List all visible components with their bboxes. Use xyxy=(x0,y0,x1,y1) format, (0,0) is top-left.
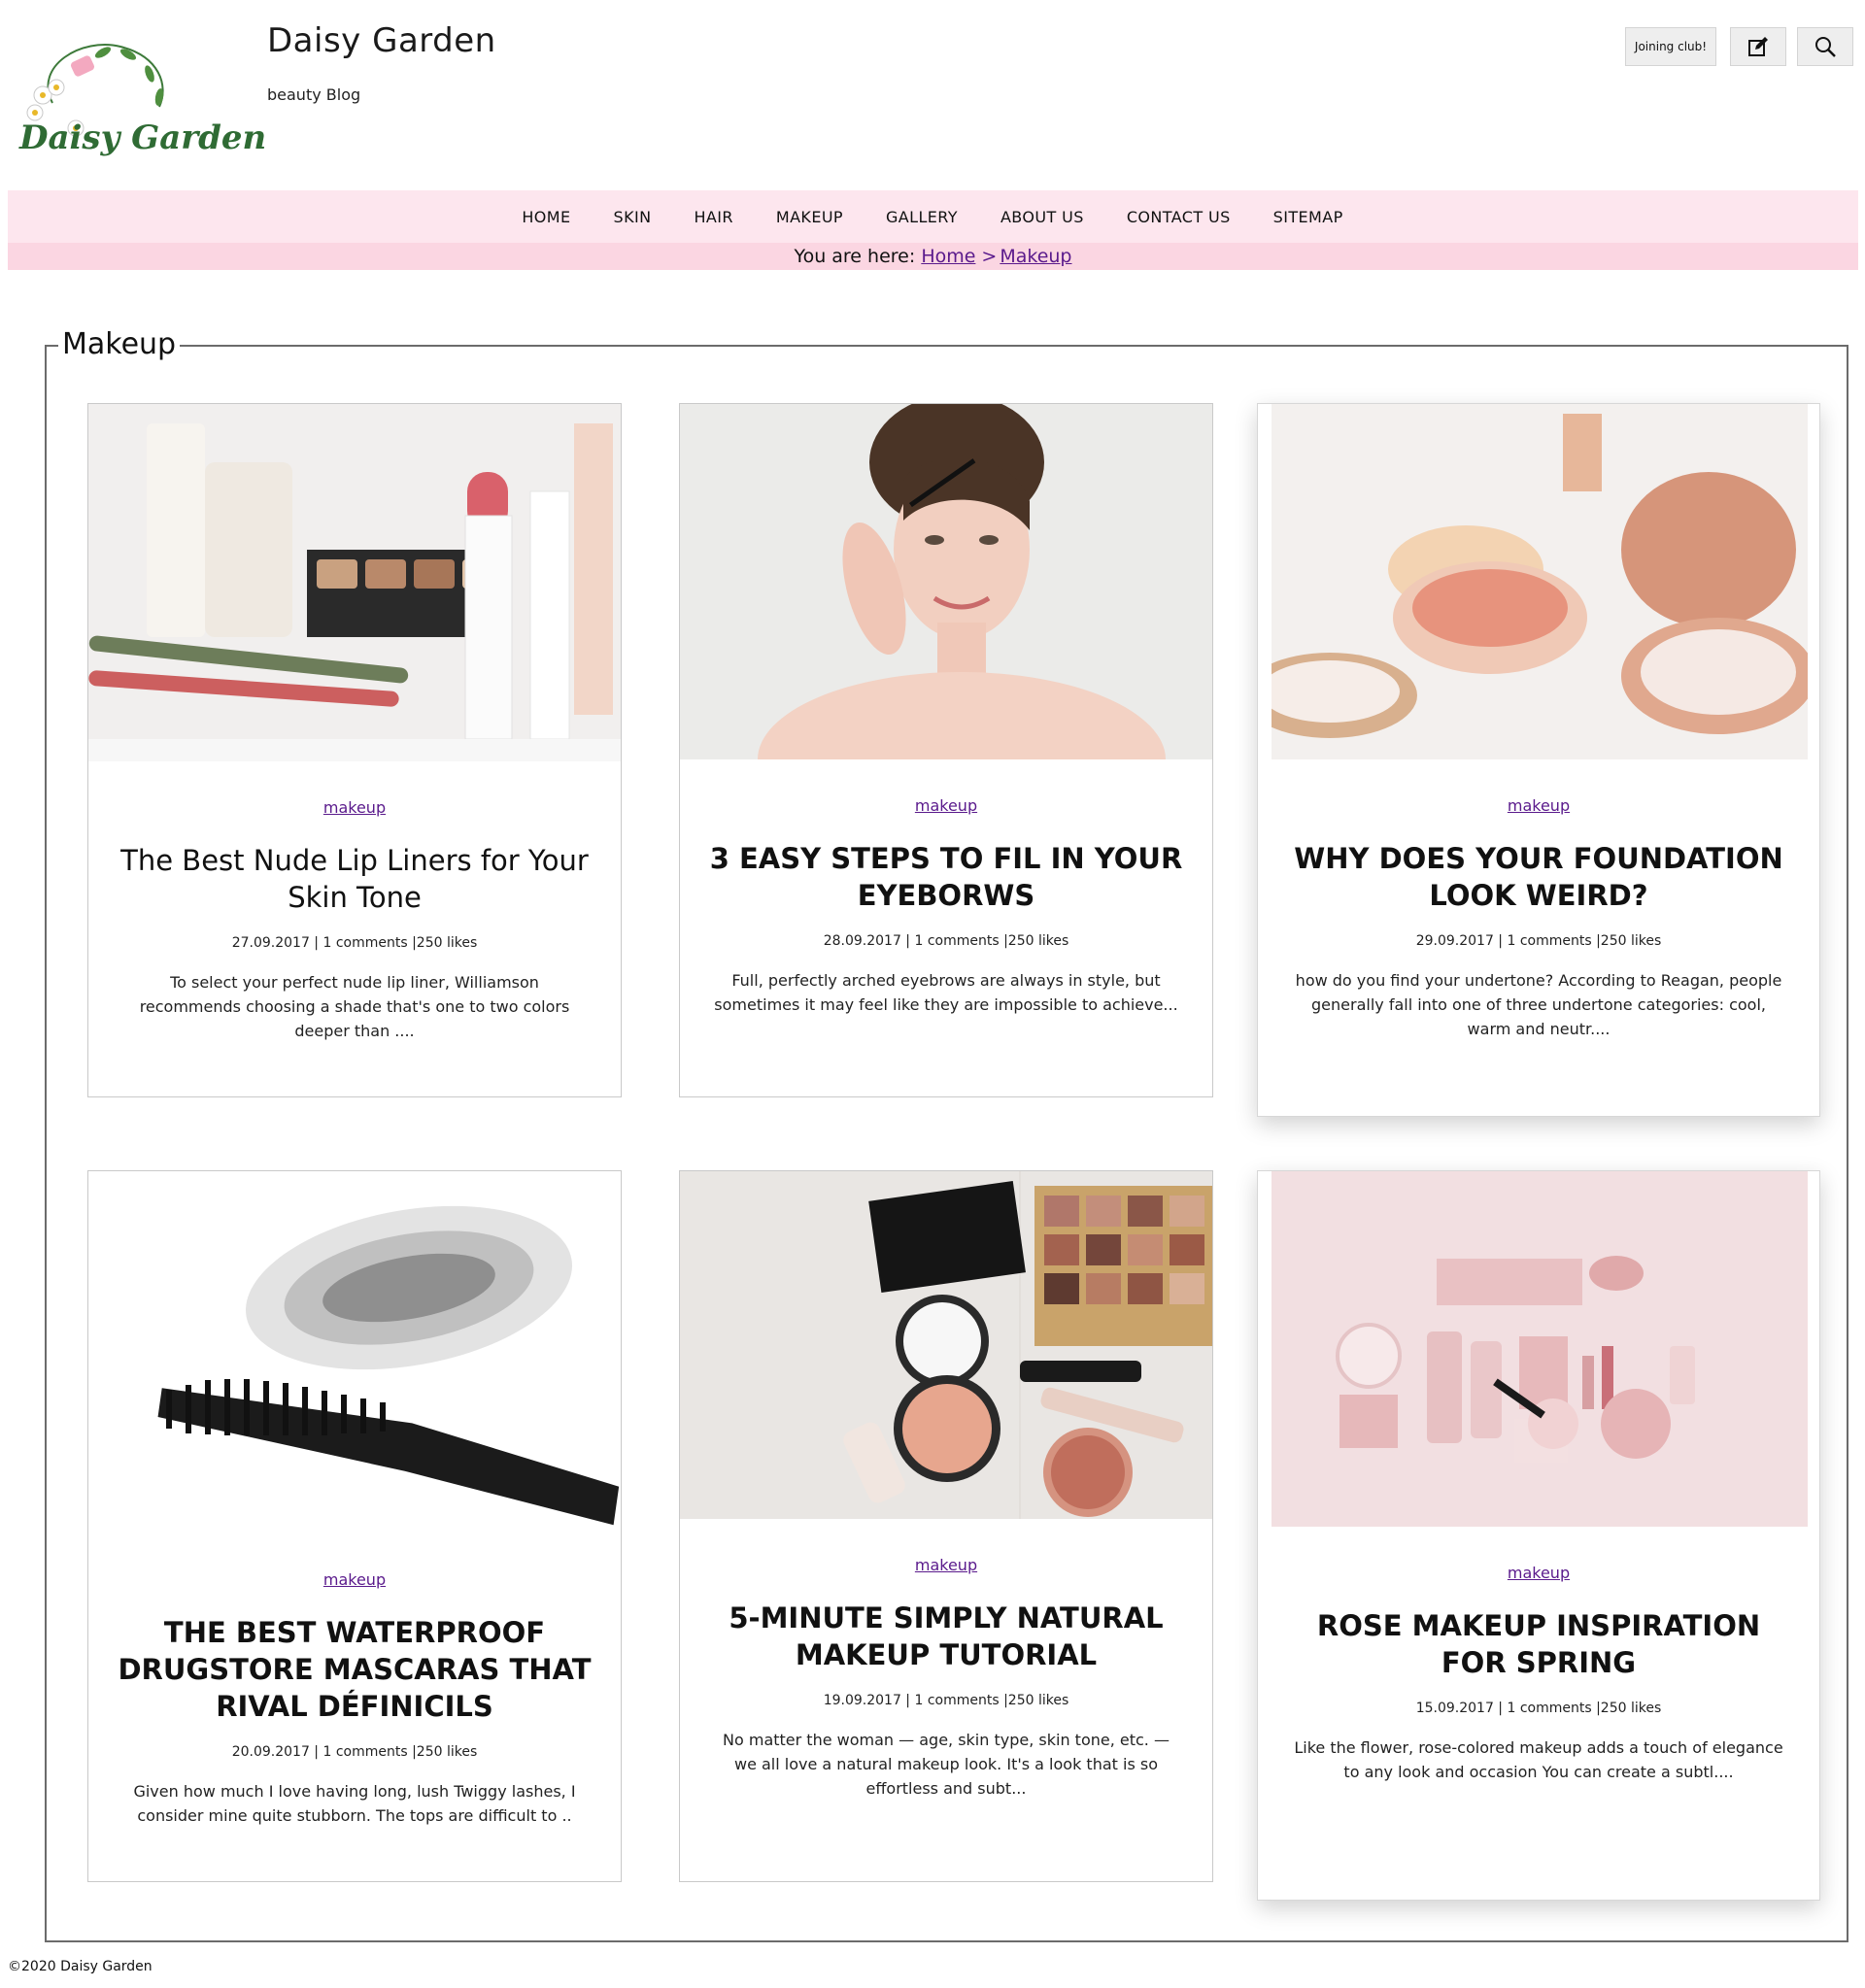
footer-copyright: ©2020 Daisy Garden xyxy=(8,1959,153,1974)
post-category-link[interactable]: makeup xyxy=(1275,1564,1802,1582)
post-category-link[interactable]: makeup xyxy=(697,796,1195,815)
post-meta: 19.09.2017 | 1 comments |250 likes xyxy=(823,1693,1069,1708)
site-tagline: beauty Blog xyxy=(267,85,361,104)
post-title[interactable]: WHY DOES YOUR FOUNDATION LOOK WEIRD? xyxy=(1287,840,1790,914)
nav-item-sitemap[interactable]: SITEMAP xyxy=(1273,208,1343,226)
nav-item-skin[interactable]: SKIN xyxy=(614,208,652,226)
nav-item-contact-us[interactable]: CONTACT US xyxy=(1127,208,1231,226)
post-image-foundation[interactable] xyxy=(1258,404,1819,759)
post-image-natural-makeup[interactable] xyxy=(680,1171,1212,1519)
post-excerpt: Full, perfectly arched eyebrows are alwa… xyxy=(714,971,1178,1014)
post-excerpt: how do you find your undertone? Accordin… xyxy=(1295,971,1782,1038)
post-meta: 20.09.2017 | 1 comments |250 likes xyxy=(231,1744,478,1760)
search-button[interactable] xyxy=(1797,27,1853,66)
post-excerpt: No matter the woman — age, skin type, sk… xyxy=(723,1731,1170,1798)
breadcrumb-separator: > xyxy=(981,246,998,267)
post-title[interactable]: THE BEST WATERPROOF DRUGSTORE MASCARAS T… xyxy=(118,1614,592,1725)
post-card[interactable]: makeup ROSE MAKEUP INSPIRATION FOR SPRIN… xyxy=(1257,1170,1820,1901)
post-title[interactable]: 3 EASY STEPS TO FIL IN YOUR EYEBORWS xyxy=(709,840,1183,914)
post-image-mascara[interactable] xyxy=(88,1171,621,1533)
breadcrumb-home-link[interactable]: Home xyxy=(921,246,975,267)
breadcrumb: You are here: Home > Makeup xyxy=(8,243,1858,270)
post-image-lipstick[interactable] xyxy=(88,404,621,761)
post-image-rose-makeup[interactable] xyxy=(1258,1171,1819,1527)
post-category-link[interactable]: makeup xyxy=(106,1570,603,1589)
post-title[interactable]: The Best Nude Lip Liners for Your Skin T… xyxy=(118,842,592,916)
nav-item-home[interactable]: HOME xyxy=(522,208,570,226)
logo-text: Daisy Garden xyxy=(19,118,267,157)
main-nav: HOME SKIN HAIR MAKEUP GALLERY ABOUT US C… xyxy=(0,190,1865,243)
post-excerpt: Like the flower, rose-colored makeup add… xyxy=(1294,1738,1783,1781)
edit-button[interactable] xyxy=(1730,27,1786,66)
post-excerpt: To select your perfect nude lip liner, W… xyxy=(139,973,570,1040)
nav-item-makeup[interactable]: MAKEUP xyxy=(776,208,843,226)
post-meta: 28.09.2017 | 1 comments |250 likes xyxy=(823,933,1069,949)
nav-item-gallery[interactable]: GALLERY xyxy=(886,208,958,226)
nav-item-about-us[interactable]: ABOUT US xyxy=(1000,208,1084,226)
site-logo[interactable]: Daisy Garden xyxy=(14,27,266,173)
post-image-eyebrows[interactable] xyxy=(680,404,1212,759)
nav-item-hair[interactable]: HAIR xyxy=(694,208,732,226)
breadcrumb-prefix: You are here: xyxy=(794,246,916,267)
post-title[interactable]: ROSE MAKEUP INSPIRATION FOR SPRING xyxy=(1287,1607,1790,1681)
post-meta: 29.09.2017 | 1 comments |250 likes xyxy=(1415,933,1662,949)
post-card[interactable]: makeup THE BEST WATERPROOF DRUGSTORE MAS… xyxy=(87,1170,622,1882)
post-category-link[interactable]: makeup xyxy=(1275,796,1802,815)
post-card[interactable]: makeup WHY DOES YOUR FOUNDATION LOOK WEI… xyxy=(1257,403,1820,1117)
post-category-link[interactable]: makeup xyxy=(106,798,603,817)
post-title[interactable]: 5-MINUTE SIMPLY NATURAL MAKEUP TUTORIAL xyxy=(709,1600,1183,1673)
post-meta: 27.09.2017 | 1 comments |250 likes xyxy=(231,935,478,951)
breadcrumb-current-link[interactable]: Makeup xyxy=(1000,246,1071,267)
search-icon xyxy=(1815,37,1836,57)
section-title: Makeup xyxy=(58,327,181,361)
edit-icon xyxy=(1748,37,1768,56)
join-club-button[interactable]: Joining club! xyxy=(1625,27,1716,66)
post-category-link[interactable]: makeup xyxy=(697,1556,1195,1574)
post-meta: 15.09.2017 | 1 comments |250 likes xyxy=(1415,1701,1662,1716)
post-card[interactable]: makeup 5-MINUTE SIMPLY NATURAL MAKEUP TU… xyxy=(679,1170,1213,1882)
post-excerpt: Given how much I love having long, lush … xyxy=(133,1782,576,1825)
join-club-label: Joining club! xyxy=(1634,40,1708,53)
post-card[interactable]: makeup 3 EASY STEPS TO FIL IN YOUR EYEBO… xyxy=(679,403,1213,1097)
site-title[interactable]: Daisy Garden xyxy=(267,21,496,60)
post-card[interactable]: makeup The Best Nude Lip Liners for Your… xyxy=(87,403,622,1097)
